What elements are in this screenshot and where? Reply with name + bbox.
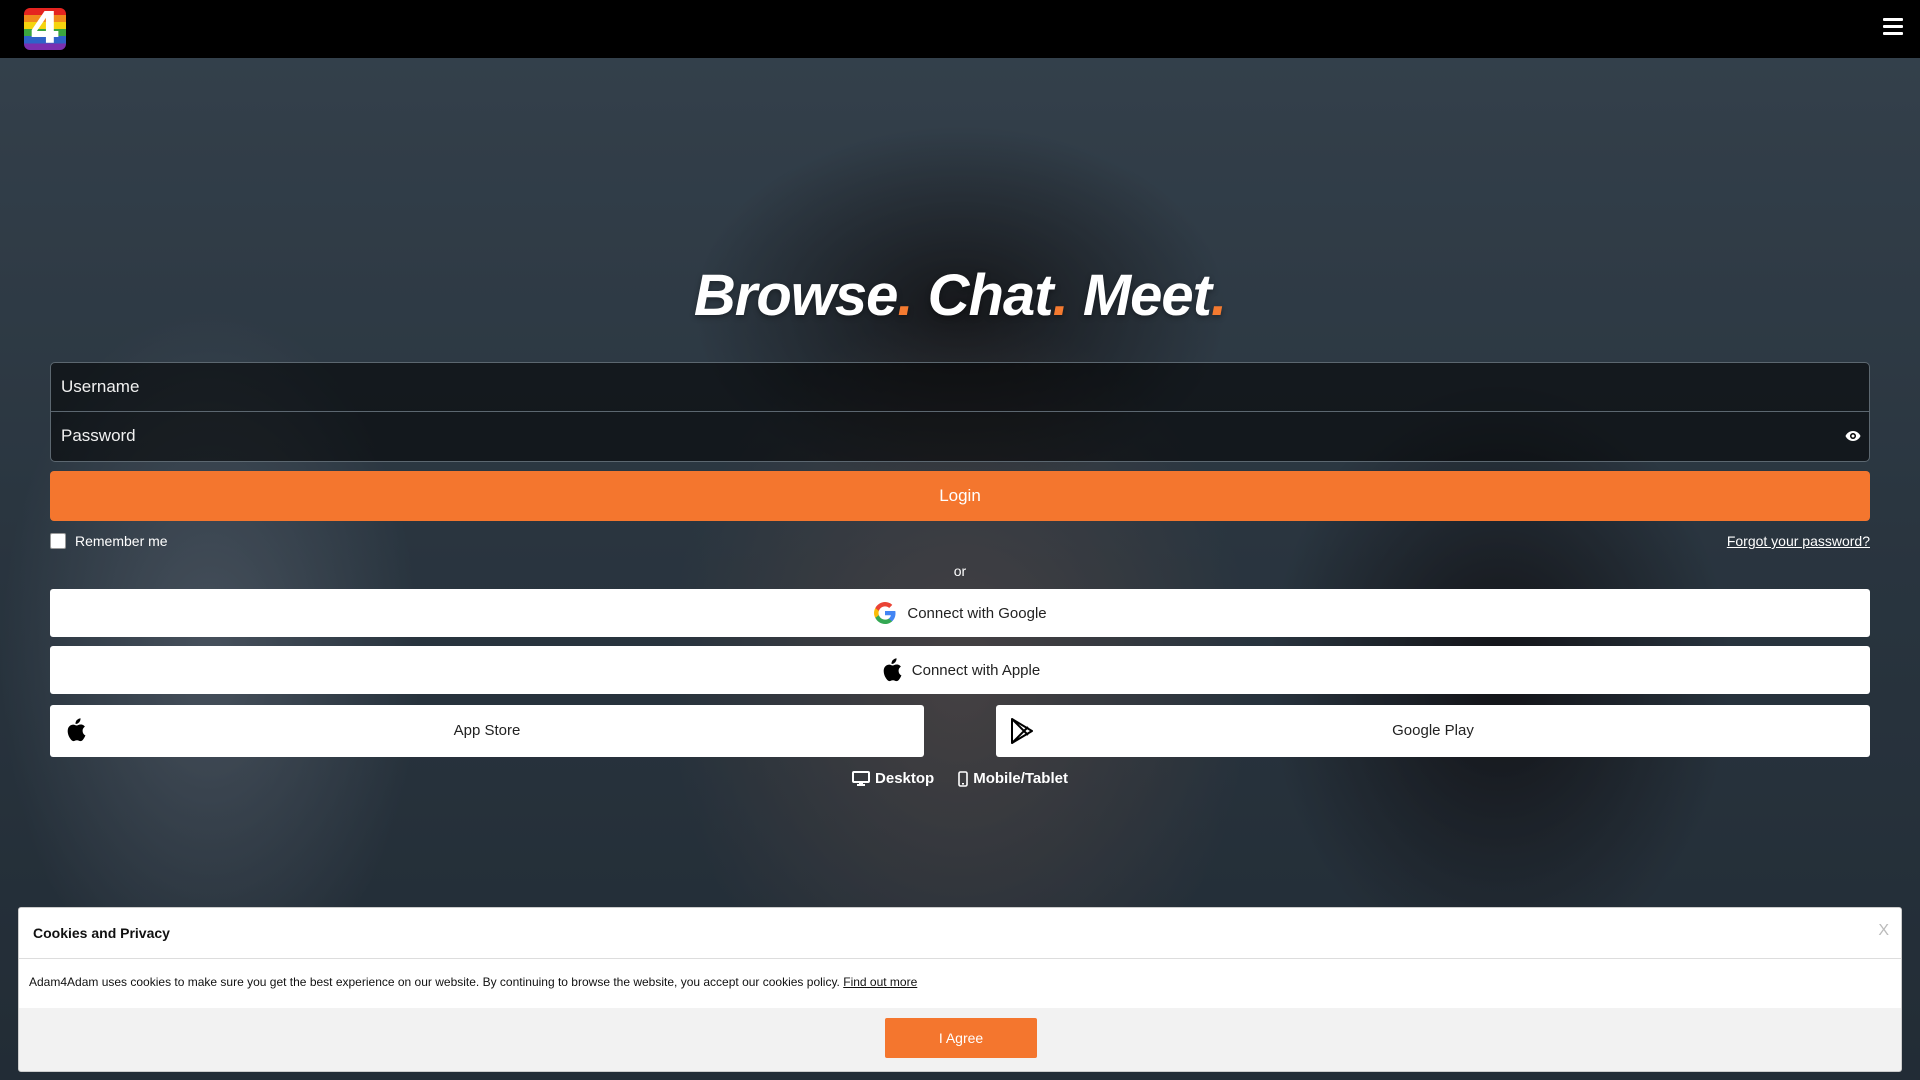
password-row	[51, 411, 1869, 460]
top-navbar: 4	[0, 0, 1920, 58]
hamburger-menu-icon[interactable]	[1883, 18, 1903, 36]
desktop-monitor-icon	[852, 771, 871, 786]
i-agree-button[interactable]: I Agree	[885, 1018, 1037, 1058]
mobile-phone-icon	[958, 770, 969, 787]
remember-me-label: Remember me	[75, 533, 168, 549]
cookie-title: Cookies and Privacy	[33, 925, 170, 941]
connect-apple-button[interactable]: Connect with Apple	[50, 646, 1870, 694]
mobile-label: Mobile/Tablet	[973, 770, 1068, 787]
version-switcher: Desktop Mobile/Tablet	[0, 770, 1920, 787]
username-input[interactable]	[51, 363, 1869, 411]
headline-dot: .	[1052, 263, 1069, 328]
cookie-body: Adam4Adam uses cookies to make sure you …	[19, 959, 1901, 1008]
password-input[interactable]	[51, 412, 1869, 460]
apple-icon	[883, 658, 902, 682]
logo-text: 4	[29, 8, 61, 50]
remember-me-checkbox[interactable]: Remember me	[50, 532, 168, 550]
cookie-header: Cookies and Privacy X	[19, 908, 1901, 959]
cookie-close-button[interactable]: X	[1878, 922, 1889, 940]
site-logo[interactable]: 4	[24, 8, 66, 50]
app-store-label: App Store	[453, 722, 521, 739]
desktop-label: Desktop	[875, 770, 935, 787]
connect-google-label: Connect with Google	[907, 604, 1047, 622]
find-out-more-link[interactable]: Find out more	[843, 975, 917, 989]
username-row	[51, 363, 1869, 411]
forgot-password-link[interactable]: Forgot your password?	[1727, 533, 1870, 549]
headline-dot: .	[897, 263, 913, 328]
headline-word-meet: Meet	[1082, 263, 1212, 328]
headline-dot: .	[1210, 263, 1227, 328]
headline-word-chat: Chat	[927, 263, 1054, 328]
connect-apple-label: Connect with Apple	[911, 661, 1041, 679]
headline-word-browse: Browse	[693, 263, 899, 328]
cookie-text: Adam4Adam uses cookies to make sure you …	[29, 975, 840, 989]
google-icon	[874, 602, 896, 624]
login-fields	[50, 362, 1870, 462]
google-play-label: Google Play	[1392, 722, 1474, 739]
mobile-version-link[interactable]: Mobile/Tablet	[958, 770, 1068, 787]
cookie-banner: Cookies and Privacy X Adam4Adam uses coo…	[18, 907, 1902, 1072]
cookie-text-row: Adam4Adam uses cookies to make sure you …	[29, 975, 917, 989]
hero-headline: Browse. Chat. Meet.	[0, 262, 1920, 329]
app-store-button[interactable]: App Store	[50, 705, 924, 757]
connect-google-button[interactable]: Connect with Google	[50, 589, 1870, 637]
checkbox-box[interactable]	[50, 533, 66, 549]
desktop-version-link[interactable]: Desktop	[852, 770, 934, 787]
google-play-button[interactable]: Google Play	[996, 705, 1870, 757]
login-button[interactable]: Login	[50, 471, 1870, 521]
show-password-eye-icon[interactable]	[1845, 429, 1861, 443]
or-divider: or	[953, 563, 967, 579]
